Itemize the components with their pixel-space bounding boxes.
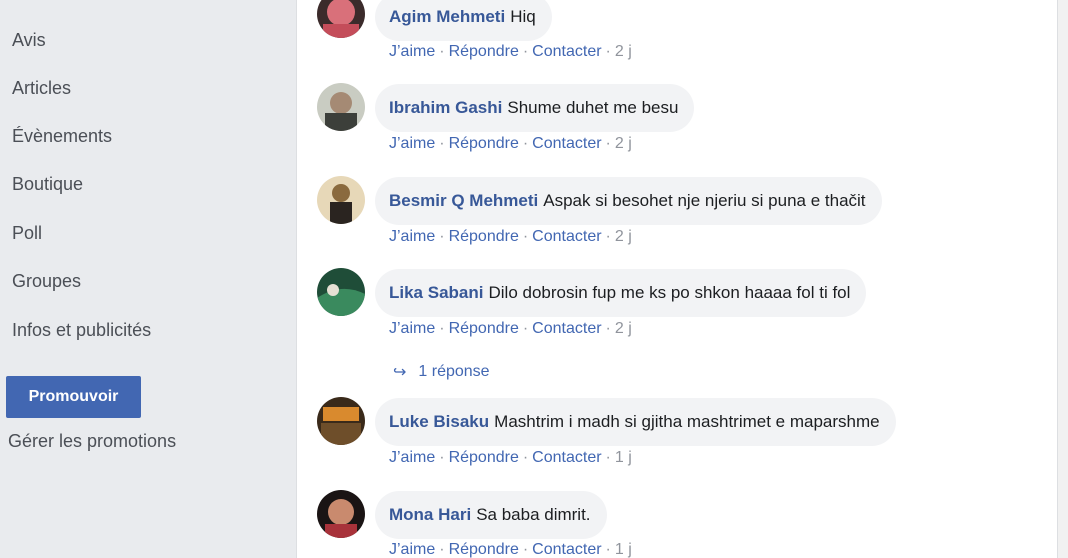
reply-link[interactable]: Répondre bbox=[449, 135, 519, 152]
comment-author[interactable]: Ibrahim Gashi bbox=[389, 98, 502, 118]
contact-link[interactable]: Contacter bbox=[532, 228, 601, 245]
like-link[interactable]: J’aime bbox=[389, 541, 435, 558]
replies-count[interactable]: 1 réponse bbox=[418, 363, 489, 381]
comment-bubble: Lika Sabani Dilo dobrosin fup me ks po s… bbox=[375, 269, 867, 317]
comment-text: Hiq bbox=[510, 7, 536, 26]
contact-link[interactable]: Contacter bbox=[532, 135, 601, 152]
comment-actions: J’aime · Répondre · Contacter · 2 j bbox=[389, 228, 632, 245]
comment-timestamp[interactable]: 2 j bbox=[615, 135, 632, 152]
sidebar-item-ads-info[interactable]: Infos et publicités bbox=[12, 320, 151, 341]
comment-text: Mashtrim i madh si gjitha mashtrimet e m… bbox=[494, 412, 880, 431]
reply-arrow-icon: ↪ bbox=[393, 364, 407, 381]
left-sidebar: Avis Articles Évènements Boutique Poll G… bbox=[0, 0, 296, 558]
avatar[interactable] bbox=[317, 0, 365, 38]
sidebar-item-avis[interactable]: Avis bbox=[12, 30, 46, 51]
comment-actions: J’aime · Répondre · Contacter · 1 j bbox=[389, 449, 632, 466]
comment-actions: J’aime · Répondre · Contacter · 2 j bbox=[389, 43, 632, 60]
sidebar-item-poll[interactable]: Poll bbox=[12, 223, 42, 244]
comment-actions: J’aime · Répondre · Contacter · 2 j bbox=[389, 320, 632, 337]
comment-text: Dilo dobrosin fup me ks po shkon haaaa f… bbox=[488, 283, 851, 302]
avatar[interactable] bbox=[317, 176, 365, 224]
reply-link[interactable]: Répondre bbox=[449, 320, 519, 337]
manage-promotions-link[interactable]: Gérer les promotions bbox=[8, 431, 176, 452]
comment-actions: J’aime · Répondre · Contacter · 1 j bbox=[389, 541, 632, 558]
comment-author[interactable]: Besmir Q Mehmeti bbox=[389, 191, 538, 211]
scrollbar-track[interactable] bbox=[1058, 0, 1068, 558]
contact-link[interactable]: Contacter bbox=[532, 43, 601, 60]
avatar[interactable] bbox=[317, 490, 365, 538]
comment-bubble: Besmir Q Mehmeti Aspak si besohet nje nj… bbox=[375, 177, 882, 225]
like-link[interactable]: J’aime bbox=[389, 135, 435, 152]
comment-bubble: Agim Mehmeti Hiq bbox=[375, 0, 552, 41]
sidebar-item-articles[interactable]: Articles bbox=[12, 78, 71, 99]
comment-timestamp[interactable]: 1 j bbox=[615, 449, 632, 466]
sidebar-item-groups[interactable]: Groupes bbox=[12, 271, 81, 292]
comment-text: Shume duhet me besu bbox=[507, 98, 679, 117]
sidebar-item-events[interactable]: Évènements bbox=[12, 126, 112, 147]
comments-panel: Agim Mehmeti Hiq J’aime · Répondre · Contact… bbox=[296, 0, 1058, 558]
reply-link[interactable]: Répondre bbox=[449, 43, 519, 60]
reply-link[interactable]: Répondre bbox=[449, 449, 519, 466]
comment-actions: J’aime · Répondre · Contacter · 2 j bbox=[389, 135, 632, 152]
like-link[interactable]: J’aime bbox=[389, 320, 435, 337]
like-link[interactable]: J’aime bbox=[389, 43, 435, 60]
avatar[interactable] bbox=[317, 397, 365, 445]
comment-author[interactable]: Agim Mehmeti bbox=[389, 7, 505, 27]
view-replies-link[interactable]: ↪ 1 réponse bbox=[393, 362, 490, 382]
reply-link[interactable]: Répondre bbox=[449, 541, 519, 558]
comment-timestamp[interactable]: 2 j bbox=[615, 320, 632, 337]
contact-link[interactable]: Contacter bbox=[532, 449, 601, 466]
comment-bubble: Luke Bisaku Mashtrim i madh si gjitha ma… bbox=[375, 398, 896, 446]
contact-link[interactable]: Contacter bbox=[532, 320, 601, 337]
comment-text: Aspak si besohet nje njeriu si puna e th… bbox=[543, 191, 866, 210]
comment-bubble: Mona Hari Sa baba dimrit. bbox=[375, 491, 607, 539]
comment-author[interactable]: Luke Bisaku bbox=[389, 412, 489, 432]
reply-link[interactable]: Répondre bbox=[449, 228, 519, 245]
comment-timestamp[interactable]: 1 j bbox=[615, 541, 632, 558]
comment-timestamp[interactable]: 2 j bbox=[615, 228, 632, 245]
sidebar-item-shop[interactable]: Boutique bbox=[12, 174, 83, 195]
like-link[interactable]: J’aime bbox=[389, 228, 435, 245]
avatar[interactable] bbox=[317, 83, 365, 131]
comment-text: Sa baba dimrit. bbox=[476, 505, 591, 524]
contact-link[interactable]: Contacter bbox=[532, 541, 601, 558]
comment-author[interactable]: Mona Hari bbox=[389, 505, 471, 525]
avatar[interactable] bbox=[317, 268, 365, 316]
like-link[interactable]: J’aime bbox=[389, 449, 435, 466]
comment-timestamp[interactable]: 2 j bbox=[615, 43, 632, 60]
comment-bubble: Ibrahim Gashi Shume duhet me besu bbox=[375, 84, 695, 132]
promote-button[interactable]: Promouvoir bbox=[6, 376, 141, 418]
comment-author[interactable]: Lika Sabani bbox=[389, 283, 483, 303]
